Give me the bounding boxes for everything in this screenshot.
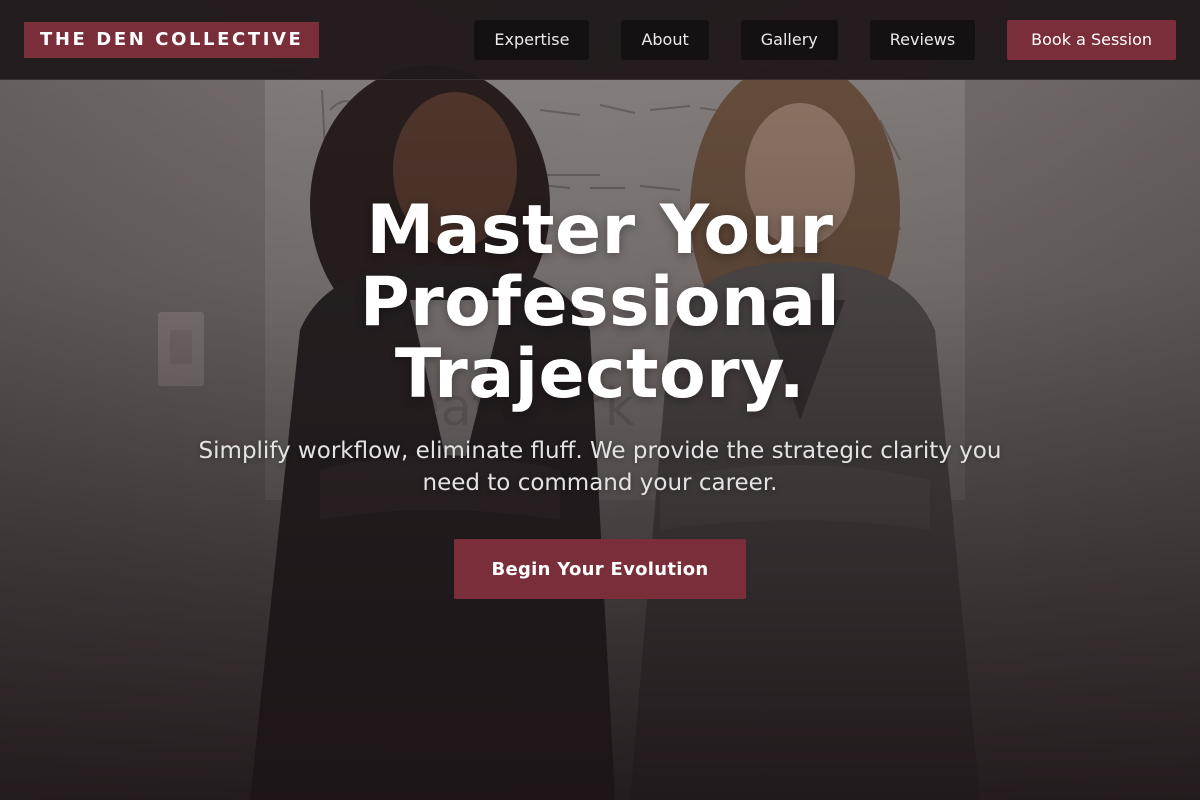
- site-header: THE DEN COLLECTIVE Expertise About Galle…: [0, 0, 1200, 80]
- nav-link-about[interactable]: About: [621, 19, 709, 60]
- hero-section: Master Your Professional Trajectory. Sim…: [0, 195, 1200, 599]
- book-session-button[interactable]: Book a Session: [1007, 19, 1176, 60]
- nav-link-reviews[interactable]: Reviews: [869, 19, 976, 60]
- nav-link-gallery[interactable]: Gallery: [740, 19, 838, 60]
- nav-link-expertise[interactable]: Expertise: [474, 19, 590, 60]
- hero-title: Master Your Professional Trajectory.: [290, 195, 910, 411]
- begin-evolution-button[interactable]: Begin Your Evolution: [454, 539, 746, 599]
- hero-title-line-1: Master Your: [366, 191, 834, 270]
- hero-title-line-3: Trajectory.: [394, 335, 806, 414]
- landing-page: great work THE DEN COLLECTIVE Expertise …: [0, 0, 1200, 800]
- main-nav: Expertise About Gallery Reviews Book a S…: [474, 19, 1176, 60]
- hero-title-line-2: Professional: [359, 263, 841, 342]
- brand-logo[interactable]: THE DEN COLLECTIVE: [24, 21, 320, 58]
- hero-subtitle: Simplify workflow, eliminate fluff. We p…: [198, 438, 1002, 496]
